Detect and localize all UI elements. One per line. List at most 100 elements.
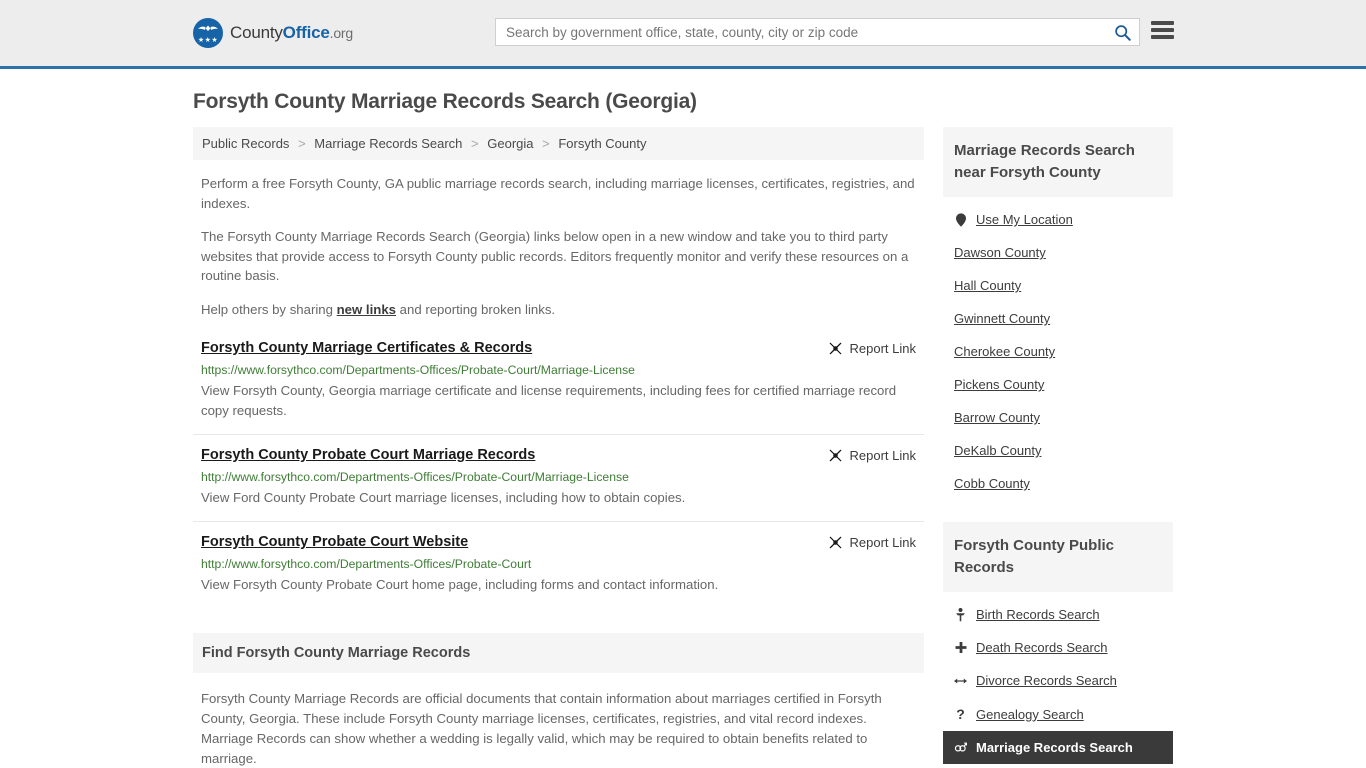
main-column: Public Records > Marriage Records Search… <box>193 127 924 768</box>
search-input[interactable] <box>496 24 1105 40</box>
sidebar-link-label[interactable]: Cherokee County <box>954 344 1055 359</box>
broken-link-icon <box>829 342 841 355</box>
eagle-wings-icon <box>198 25 218 31</box>
report-link-button[interactable]: Report Link <box>828 447 916 463</box>
broken-link-icon <box>829 449 841 462</box>
breadcrumb-item-forsyth-county[interactable]: Forsyth County <box>558 136 646 151</box>
search-bar[interactable] <box>495 18 1140 46</box>
breadcrumb-item-marriage-records-search[interactable]: Marriage Records Search <box>314 136 462 151</box>
report-link-button[interactable]: Report Link <box>828 534 916 550</box>
hamburger-menu-icon[interactable] <box>1151 21 1174 39</box>
breadcrumb-item-public-records[interactable]: Public Records <box>202 136 289 151</box>
breadcrumb-item-georgia[interactable]: Georgia <box>487 136 533 151</box>
sidebar-link-label[interactable]: Birth Records Search <box>976 607 1100 622</box>
result-header: Forsyth County Probate Court Marriage Re… <box>201 447 916 463</box>
eagle-seal-icon: ★★★ <box>193 18 223 48</box>
find-records-section: Find Forsyth County Marriage Records For… <box>193 633 924 768</box>
sidebar-link-label: Marriage Records Search <box>976 740 1133 755</box>
sidebar-link-label[interactable]: Pickens County <box>954 377 1044 392</box>
report-link-label: Report Link <box>849 448 916 463</box>
site-logo[interactable]: ★★★ CountyOffice.org <box>193 18 353 48</box>
baby-icon <box>954 607 967 622</box>
result-description: View Forsyth County, Georgia marriage ce… <box>201 383 897 418</box>
broken-link-icon <box>829 536 841 549</box>
nearby-search-panel: Marriage Records Search near Forsyth Cou… <box>943 127 1173 500</box>
intro-paragraph-3: Help others by sharing new links and rep… <box>193 300 924 320</box>
breadcrumb: Public Records > Marriage Records Search… <box>193 127 924 160</box>
sidebar-item-genealogy-search[interactable]: ? Genealogy Search <box>943 697 1173 731</box>
sidebar-item-use-my-location[interactable]: Use My Location <box>943 203 1173 236</box>
result-title-link[interactable]: Forsyth County Probate Court Marriage Re… <box>201 447 535 463</box>
sidebar-link-label[interactable]: Genealogy Search <box>976 707 1084 722</box>
cross-glyph <box>955 642 966 653</box>
result-title-link[interactable]: Forsyth County Probate Court Website <box>201 534 468 550</box>
sidebar-link-label[interactable]: Divorce Records Search <box>976 673 1117 688</box>
logo-text-county: County <box>230 23 283 42</box>
report-link-label: Report Link <box>849 341 916 356</box>
hamburger-bar <box>1151 35 1174 39</box>
sidebar-item-hall-county[interactable]: Hall County <box>943 269 1173 302</box>
intro-p3-before: Help others by sharing <box>201 301 337 317</box>
find-records-body: Forsyth County Marriage Records are offi… <box>201 691 882 766</box>
sidebar-link-label[interactable]: Barrow County <box>954 410 1040 425</box>
public-records-list: Birth Records Search Death Records Searc… <box>943 592 1173 764</box>
sidebar-link-label[interactable]: Gwinnett County <box>954 311 1050 326</box>
sidebar-link-label[interactable]: Cobb County <box>954 476 1030 491</box>
result-header: Forsyth County Probate Court Website Rep… <box>201 534 916 550</box>
result-url: http://www.forsythco.com/Departments-Off… <box>201 557 532 571</box>
content-columns: Public Records > Marriage Records Search… <box>193 127 1173 768</box>
logo-text-org: .org <box>329 25 354 41</box>
result-item: Forsyth County Marriage Certificates & R… <box>193 340 924 435</box>
sidebar-link-label[interactable]: DeKalb County <box>954 443 1041 458</box>
sidebar-link-label[interactable]: Use My Location <box>976 212 1073 227</box>
site-header: ★★★ CountyOffice.org <box>0 0 1366 69</box>
nearby-county-list: Use My Location Dawson County Hall Count… <box>943 197 1173 500</box>
result-description: View Forsyth County Probate Court home p… <box>201 577 719 592</box>
cross-icon <box>954 641 967 654</box>
result-url: https://www.forsythco.com/Departments-Of… <box>201 363 635 377</box>
nearby-search-heading: Marriage Records Search near Forsyth Cou… <box>943 127 1173 197</box>
logo-wordmark: CountyOffice.org <box>230 23 353 43</box>
result-url: http://www.forsythco.com/Departments-Off… <box>201 470 629 484</box>
sidebar-item-gwinnett-county[interactable]: Gwinnett County <box>943 302 1173 335</box>
page-container: Forsyth County Marriage Records Search (… <box>0 90 1366 768</box>
left-right-arrow-glyph <box>954 678 967 683</box>
intro-paragraph-1: Perform a free Forsyth County, GA public… <box>201 176 915 211</box>
sidebar-link-label[interactable]: Dawson County <box>954 245 1046 260</box>
result-item: Forsyth County Probate Court Marriage Re… <box>193 447 924 522</box>
search-icon <box>1114 24 1131 41</box>
result-item: Forsyth County Probate Court Website Rep… <box>193 534 924 608</box>
sidebar: Marriage Records Search near Forsyth Cou… <box>943 127 1173 768</box>
result-title-link[interactable]: Forsyth County Marriage Certificates & R… <box>201 340 532 356</box>
sidebar-link-label[interactable]: Hall County <box>954 278 1021 293</box>
hamburger-bar <box>1151 21 1174 25</box>
sidebar-item-cobb-county[interactable]: Cobb County <box>943 467 1173 500</box>
sidebar-item-cherokee-county[interactable]: Cherokee County <box>943 335 1173 368</box>
public-records-panel: Forsyth County Public Records Birth Reco… <box>943 522 1173 764</box>
breadcrumb-separator: > <box>542 136 550 151</box>
sidebar-item-dekalb-county[interactable]: DeKalb County <box>943 434 1173 467</box>
sidebar-item-divorce-records-search[interactable]: Divorce Records Search <box>943 664 1173 697</box>
sidebar-link-label[interactable]: Death Records Search <box>976 640 1108 655</box>
left-right-arrow-icon <box>954 676 967 686</box>
find-records-heading: Find Forsyth County Marriage Records <box>193 633 924 673</box>
breadcrumb-separator: > <box>471 136 479 151</box>
sidebar-item-dawson-county[interactable]: Dawson County <box>943 236 1173 269</box>
sidebar-item-birth-records-search[interactable]: Birth Records Search <box>943 598 1173 631</box>
gender-symbols-glyph <box>954 742 967 752</box>
sidebar-item-death-records-search[interactable]: Death Records Search <box>943 631 1173 664</box>
logo-text-office: Office <box>282 23 330 42</box>
intro-p3-after: and reporting broken links. <box>396 301 556 317</box>
intro-paragraph-2: The Forsyth County Marriage Records Sear… <box>201 229 909 283</box>
sidebar-item-pickens-county[interactable]: Pickens County <box>943 368 1173 401</box>
new-links-link[interactable]: new links <box>337 302 396 317</box>
intro-text: Perform a free Forsyth County, GA public… <box>193 174 924 319</box>
sidebar-item-marriage-records-search[interactable]: Marriage Records Search <box>943 731 1173 764</box>
report-link-button[interactable]: Report Link <box>828 340 916 356</box>
search-button[interactable] <box>1105 19 1139 45</box>
map-pin-icon <box>954 212 967 227</box>
page-title: Forsyth County Marriage Records Search (… <box>193 90 697 113</box>
public-records-heading: Forsyth County Public Records <box>943 522 1173 592</box>
result-header: Forsyth County Marriage Certificates & R… <box>201 340 916 356</box>
sidebar-item-barrow-county[interactable]: Barrow County <box>943 401 1173 434</box>
